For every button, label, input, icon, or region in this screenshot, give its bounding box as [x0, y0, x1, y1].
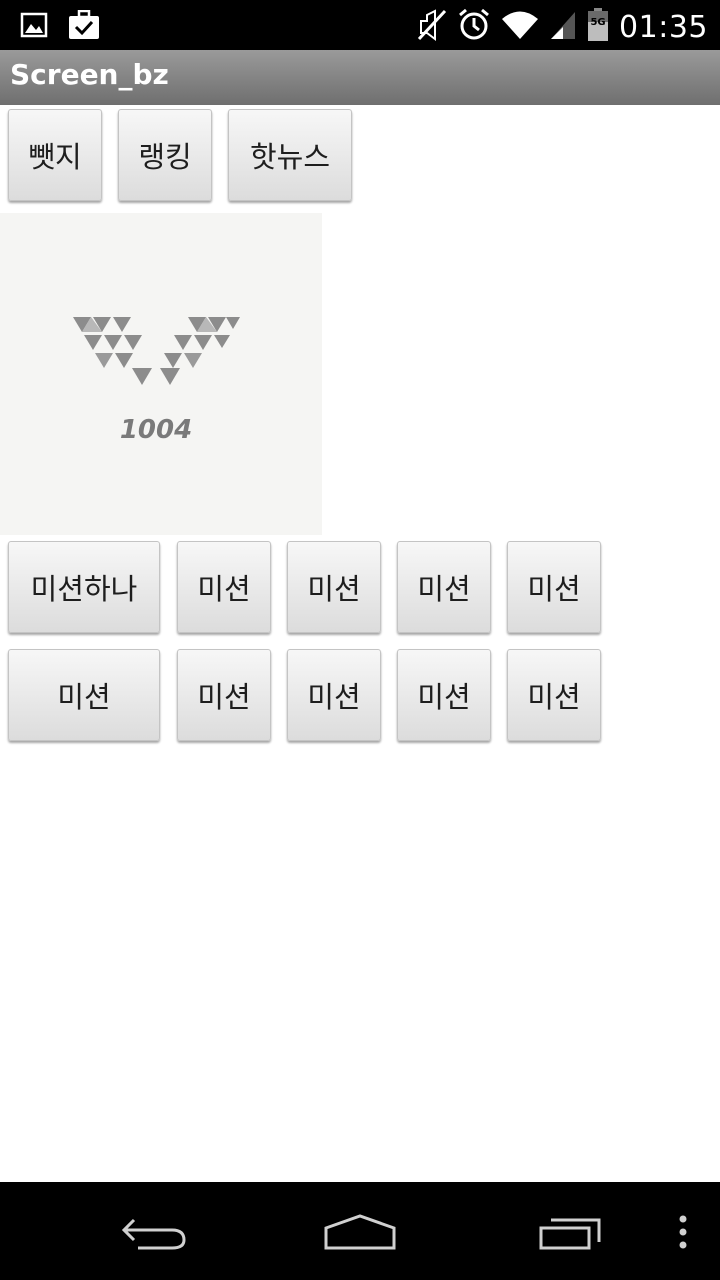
mission-button[interactable]: 미션: [8, 649, 160, 741]
badge-button[interactable]: 뺏지: [8, 109, 102, 201]
briefcase-check-icon: [68, 9, 100, 44]
alarm-icon: [457, 8, 491, 46]
wifi-icon: [501, 10, 539, 44]
ranking-button[interactable]: 랭킹: [118, 109, 212, 201]
battery-icon: 5G: [587, 8, 609, 46]
network-type-label: 5G: [590, 17, 606, 28]
logo-image: 1004: [0, 213, 322, 535]
mission-button[interactable]: 미션: [287, 649, 381, 741]
back-icon[interactable]: [110, 1202, 200, 1262]
mute-icon: [417, 9, 447, 45]
mission-button[interactable]: 미션: [507, 649, 601, 741]
mission-button[interactable]: 미션: [177, 541, 271, 633]
status-bar: 5G 01:35: [0, 0, 720, 50]
title-bar: Screen_bz: [0, 50, 720, 105]
recents-icon[interactable]: [524, 1202, 614, 1262]
logo-text: 1004: [120, 415, 192, 445]
mission-button[interactable]: 미션: [397, 649, 491, 741]
overflow-menu-icon[interactable]: [638, 1202, 720, 1262]
mission-button[interactable]: 미션: [287, 541, 381, 633]
hot-news-button[interactable]: 핫뉴스: [228, 109, 352, 201]
gallery-notification-icon: [20, 12, 48, 42]
home-icon[interactable]: [315, 1202, 405, 1262]
clock: 01:35: [619, 9, 708, 45]
screen-title: Screen_bz: [10, 58, 169, 91]
triangle-v-logo-icon: 1004: [73, 317, 240, 445]
mission-button[interactable]: 미션: [507, 541, 601, 633]
cell-signal-icon: [549, 10, 577, 44]
mission-one-button[interactable]: 미션하나: [8, 541, 160, 633]
mission-button[interactable]: 미션: [177, 649, 271, 741]
mission-button[interactable]: 미션: [397, 541, 491, 633]
navigation-bar: [0, 1182, 720, 1280]
